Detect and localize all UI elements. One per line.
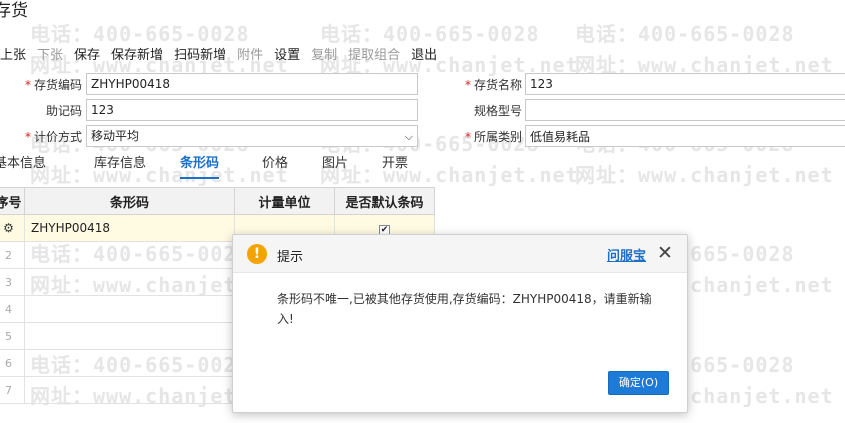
name-label: * 存货名称: [464, 78, 522, 92]
name-input[interactable]: [525, 73, 845, 95]
watermark-text: 电话：400-665-0028: [575, 22, 795, 46]
tab-0[interactable]: 基本信息: [0, 156, 46, 177]
toolbar-button-2[interactable]: 保存: [74, 44, 100, 63]
gear-icon[interactable]: ⚙: [3, 221, 14, 235]
toolbar-button-9[interactable]: 退出: [411, 44, 437, 63]
tab-slot-3: 价格: [262, 152, 322, 178]
help-link[interactable]: 问服宝: [607, 245, 646, 264]
barcode-cell[interactable]: [24, 349, 235, 377]
row-number: 7: [0, 376, 25, 404]
code-input[interactable]: [86, 73, 418, 95]
mnemonic-input[interactable]: [86, 99, 418, 121]
alert-dialog: ! 提示 问服宝 ✕ 条形码不唯一,已被其他存货使用,存货编码：ZHYHP004…: [232, 234, 688, 413]
valuation-value: 移动平均: [91, 129, 140, 143]
tab-bar: 基本信息 库存信息 条形码 价格 图片 开票: [0, 152, 442, 179]
category-input[interactable]: [525, 125, 845, 147]
column-header-num: 序号: [0, 187, 25, 215]
valuation-label: * 计价方式: [24, 130, 82, 144]
barcode-cell[interactable]: [24, 268, 235, 296]
spec-label: 规格型号: [473, 104, 522, 118]
toolbar: 上张 下张 保存 保存新增 扫码新增 附件 设置 复制 提取组合 退出: [0, 44, 448, 63]
warning-icon: !: [247, 244, 267, 264]
tab-1[interactable]: 库存信息: [94, 156, 146, 177]
row-number: 6: [0, 349, 25, 377]
barcode-cell[interactable]: ZHYHP00418: [24, 214, 235, 242]
row-number: 5: [0, 322, 25, 350]
page-title: 存货: [0, 1, 28, 21]
row-number: 4: [0, 295, 25, 323]
tab-3[interactable]: 价格: [262, 156, 288, 177]
row-number: 3: [0, 268, 25, 296]
barcode-cell[interactable]: [24, 376, 235, 404]
tab-5[interactable]: 开票: [382, 156, 408, 177]
tab-2[interactable]: 条形码: [180, 156, 220, 179]
tab-slot-5: 开票: [382, 152, 442, 178]
toolbar-button-3[interactable]: 保存新增: [111, 44, 163, 63]
toolbar-button-4[interactable]: 扫码新增: [174, 44, 226, 63]
toolbar-button-1[interactable]: 下张: [37, 44, 63, 63]
toolbar-button-0[interactable]: 上张: [0, 44, 26, 63]
toolbar-button-6[interactable]: 设置: [274, 44, 300, 63]
row-number: 2: [0, 241, 25, 269]
toolbar-button-8[interactable]: 提取组合: [348, 44, 400, 63]
tab-slot-1: 库存信息: [94, 152, 180, 178]
spec-input[interactable]: [525, 99, 845, 121]
row-settings-cell: ⚙: [0, 214, 25, 242]
category-label: * 所属类别: [464, 130, 522, 144]
toolbar-button-7[interactable]: 复制: [311, 44, 337, 63]
valuation-select[interactable]: 移动平均 ⌵: [86, 125, 418, 147]
table-header-row: 序号 条形码 计量单位 是否默认条码: [0, 187, 435, 215]
barcode-cell[interactable]: [24, 241, 235, 269]
watermark-text: 网址：www.chanjet.net: [575, 163, 834, 187]
tab-4[interactable]: 图片: [322, 156, 348, 177]
column-header-unit: 计量单位: [234, 187, 335, 215]
toolbar-button-5[interactable]: 附件: [237, 44, 263, 63]
barcode-cell[interactable]: [24, 295, 235, 323]
dialog-message: 条形码不唯一,已被其他存货使用,存货编码：ZHYHP00418，请重新输入!: [277, 292, 652, 326]
column-header-default: 是否默认条码: [334, 187, 435, 215]
tab-slot-2: 条形码: [180, 152, 262, 179]
barcode-cell[interactable]: [24, 322, 235, 350]
close-icon[interactable]: ✕: [657, 241, 673, 265]
code-label: * 存货编码: [24, 78, 82, 92]
chevron-down-icon: ⌵: [404, 130, 413, 143]
dialog-title: 提示: [277, 250, 304, 265]
mnemonic-label: 助记码: [45, 104, 82, 118]
tab-slot-0: 基本信息: [0, 152, 94, 178]
column-header-barcode: 条形码: [24, 187, 235, 215]
tab-slot-4: 图片: [322, 152, 382, 178]
ok-button[interactable]: 确定(O): [608, 371, 669, 395]
